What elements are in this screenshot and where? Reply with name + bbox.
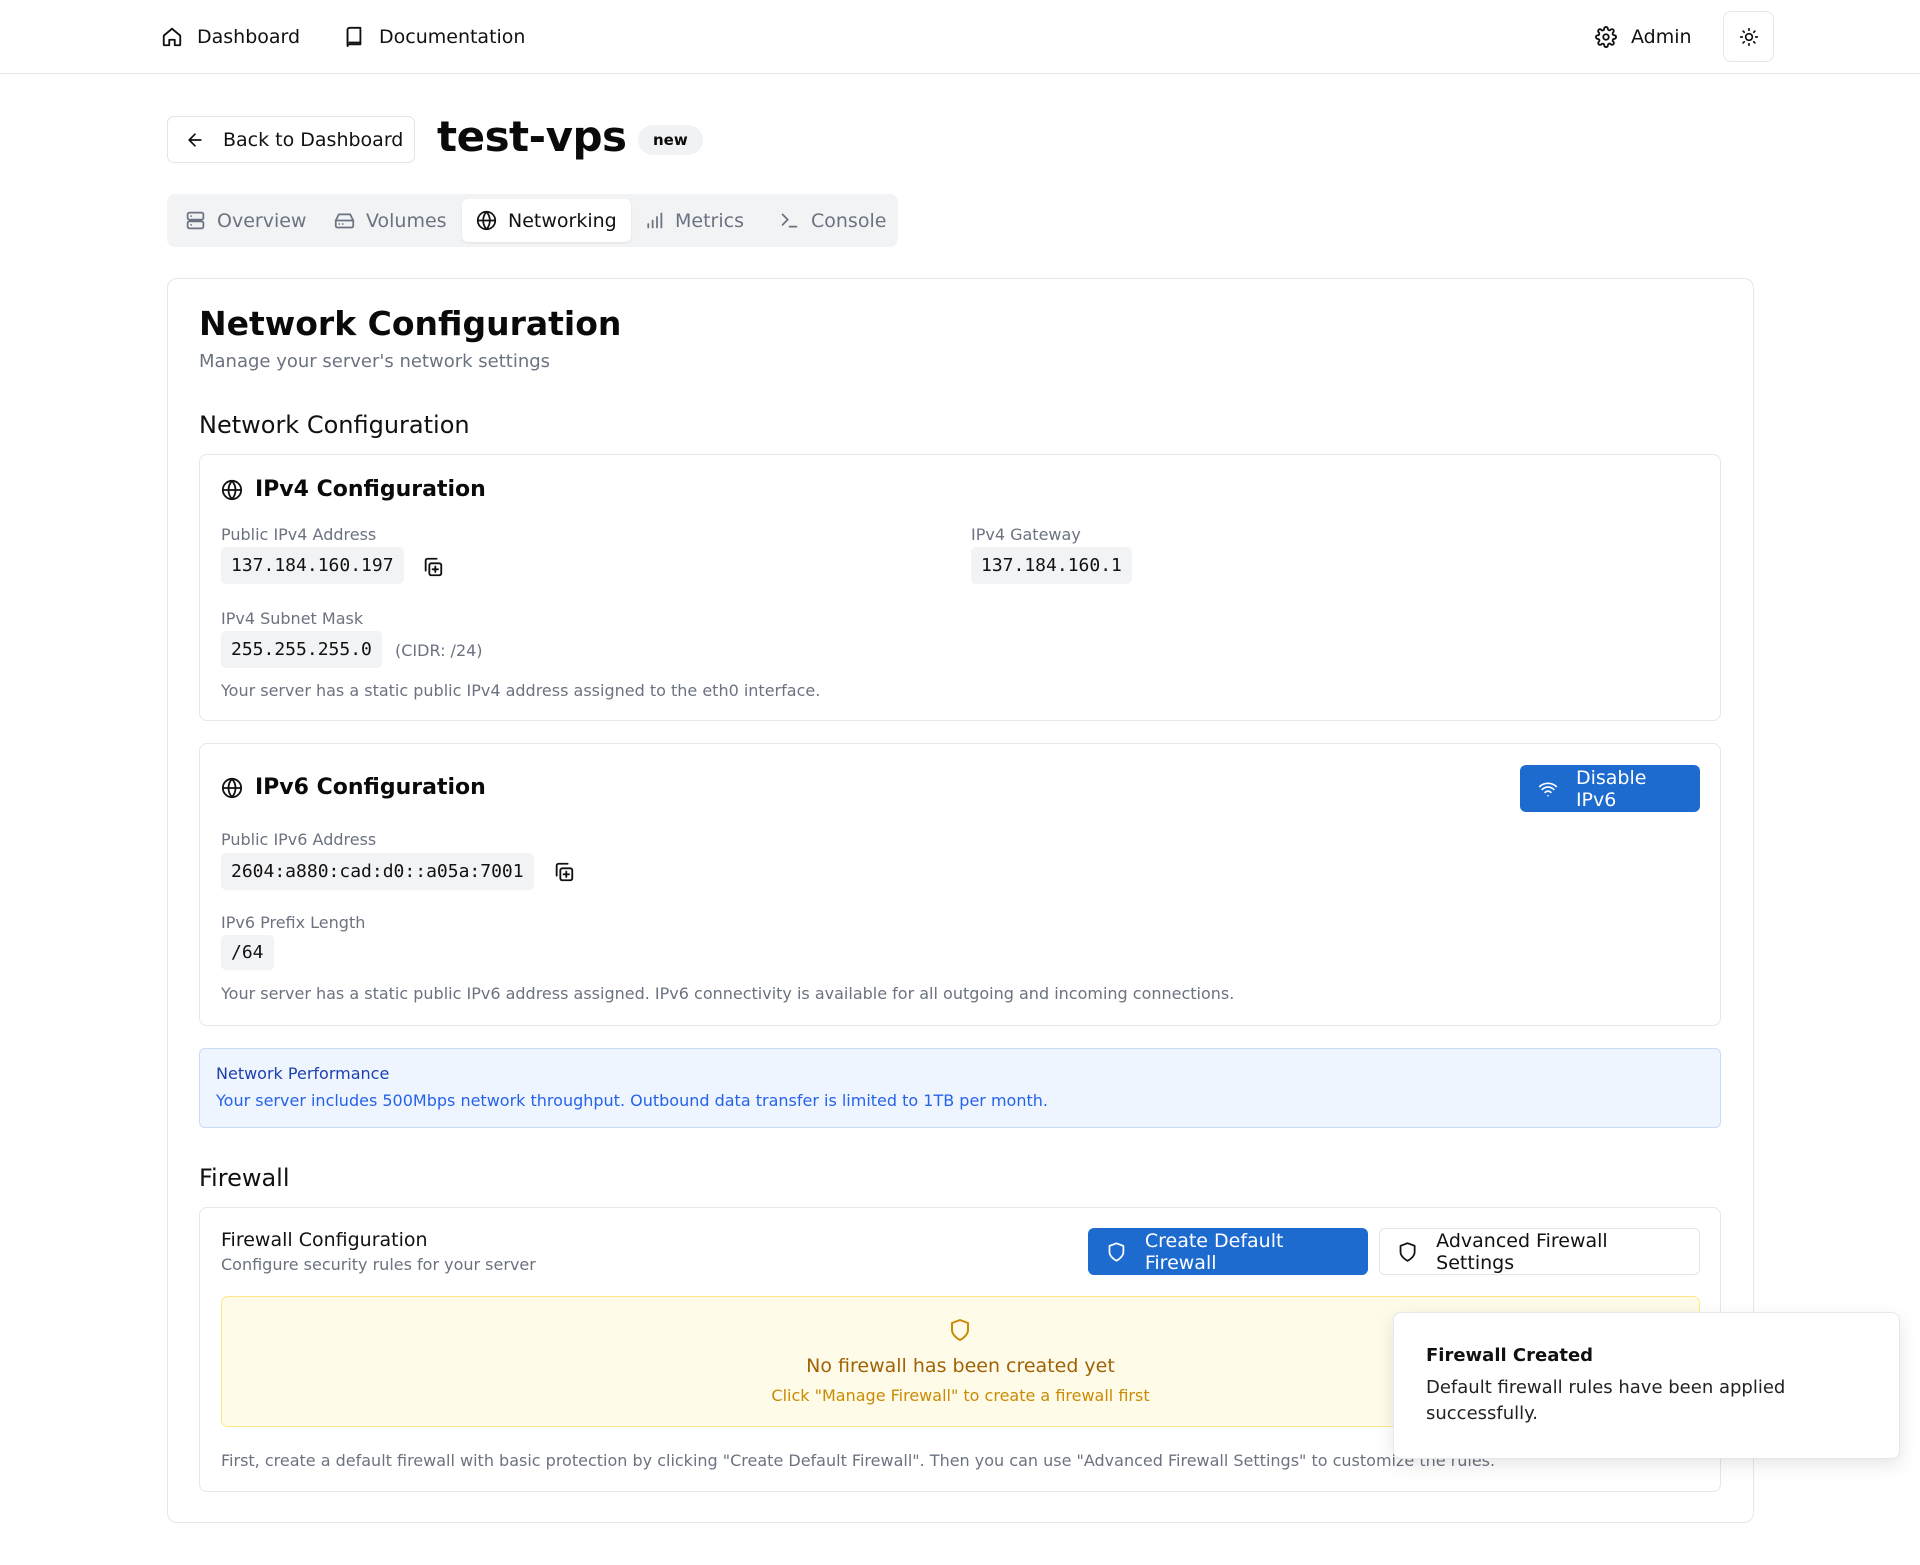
network-title: Network Configuration	[199, 304, 622, 343]
ipv4-title: IPv4 Configuration	[255, 477, 486, 502]
wifi-icon	[1538, 782, 1558, 796]
nav-admin-label: Admin	[1631, 26, 1692, 48]
ipv4-gateway-value: 137.184.160.1	[971, 547, 1132, 584]
theme-toggle-button[interactable]	[1723, 11, 1774, 62]
terminal-icon	[781, 213, 798, 228]
tab-console[interactable]: Console	[765, 199, 900, 242]
tab-volumes[interactable]: Volumes	[320, 199, 461, 242]
toast-message: Default firewall rules have been applied…	[1426, 1377, 1786, 1424]
arrow-left-icon	[188, 132, 202, 147]
ipv4-address-value: 137.184.160.197	[221, 547, 404, 584]
toast-title: Firewall Created	[1426, 1345, 1594, 1366]
shield-icon	[1399, 1241, 1416, 1262]
gear-icon	[1595, 26, 1617, 48]
tab-networking-label: Networking	[508, 209, 617, 232]
tab-console-label: Console	[811, 209, 887, 232]
ipv4-subnet-label: IPv4 Subnet Mask	[221, 609, 364, 628]
nav-dashboard-link[interactable]: Dashboard	[161, 22, 300, 52]
ipv6-address-label: Public IPv6 Address	[221, 830, 377, 849]
globe-icon	[476, 210, 497, 231]
tab-metrics-label: Metrics	[675, 209, 744, 232]
advanced-firewall-settings-label: Advanced Firewall Settings	[1436, 1229, 1608, 1274]
tab-overview[interactable]: Overview	[171, 199, 320, 242]
ipv6-title: IPv6 Configuration	[255, 775, 486, 800]
home-icon	[162, 27, 182, 47]
disable-ipv6-label: Disable IPv6	[1575, 766, 1647, 811]
copy-icon[interactable]	[422, 556, 444, 578]
section-title-firewall: Firewall	[199, 1164, 290, 1192]
ipv6-note: Your server has a static public IPv6 add…	[221, 984, 1235, 1003]
ipv4-gateway-label: IPv4 Gateway	[971, 525, 1081, 544]
ipv6-heading: IPv6 Configuration	[221, 775, 486, 800]
tab-bar: Overview Volumes Networking Metrics Cons…	[167, 194, 898, 247]
network-performance-alert	[199, 1048, 1721, 1128]
nav-documentation-link[interactable]: Documentation	[343, 22, 525, 52]
firewall-note: First, create a default firewall with ba…	[221, 1451, 1496, 1470]
tab-metrics[interactable]: Metrics	[629, 199, 758, 242]
hard-drive-icon	[334, 213, 355, 229]
status-badge: new	[638, 125, 703, 155]
ipv4-subnet-value: 255.255.255.0	[221, 631, 382, 668]
performance-text: Your server includes 500Mbps network thr…	[216, 1091, 1048, 1110]
tab-overview-label: Overview	[217, 209, 307, 232]
ipv6-prefix-label: IPv6 Prefix Length	[221, 913, 366, 932]
disable-ipv6-button[interactable]: Disable IPv6	[1520, 765, 1700, 812]
bar-chart-icon	[647, 212, 663, 229]
server-icon	[186, 211, 205, 230]
back-button-label: Back to Dashboard	[223, 128, 404, 151]
book-icon	[346, 26, 362, 48]
ipv6-address-value: 2604:a880:cad:d0::a05a:7001	[221, 853, 534, 890]
create-default-firewall-label: Create Default Firewall	[1144, 1229, 1284, 1274]
back-to-dashboard-button[interactable]: Back to Dashboard	[167, 116, 415, 163]
nav-documentation-label: Documentation	[379, 26, 526, 48]
sun-icon	[1739, 27, 1758, 46]
ipv4-cidr: (CIDR: /24)	[395, 641, 483, 660]
tab-volumes-label: Volumes	[366, 209, 447, 232]
copy-icon[interactable]	[553, 861, 575, 883]
firewall-config-title: Firewall Configuration	[221, 1229, 428, 1251]
ipv6-prefix-value: /64	[221, 935, 274, 970]
section-title-network: Network Configuration	[199, 411, 470, 439]
page-title: test-vps	[437, 112, 627, 161]
advanced-firewall-settings-button[interactable]: Advanced Firewall Settings	[1379, 1228, 1700, 1275]
ipv4-heading: IPv4 Configuration	[221, 477, 486, 502]
top-navbar: Dashboard Documentation Admin	[0, 0, 1920, 74]
nav-admin-link[interactable]: Admin	[1595, 22, 1692, 52]
nav-dashboard-label: Dashboard	[197, 26, 301, 48]
tab-networking[interactable]: Networking	[462, 199, 631, 242]
globe-icon	[221, 777, 243, 798]
shield-icon	[951, 1319, 969, 1341]
performance-title: Network Performance	[216, 1064, 390, 1083]
ipv4-address-label: Public IPv4 Address	[221, 525, 377, 544]
firewall-config-subtitle: Configure security rules for your server	[221, 1255, 536, 1274]
globe-icon	[221, 479, 243, 500]
create-default-firewall-button[interactable]: Create Default Firewall	[1088, 1228, 1368, 1275]
network-subtitle: Manage your server's network settings	[199, 351, 551, 372]
ipv4-note: Your server has a static public IPv4 add…	[221, 681, 821, 700]
shield-icon	[1108, 1241, 1125, 1262]
